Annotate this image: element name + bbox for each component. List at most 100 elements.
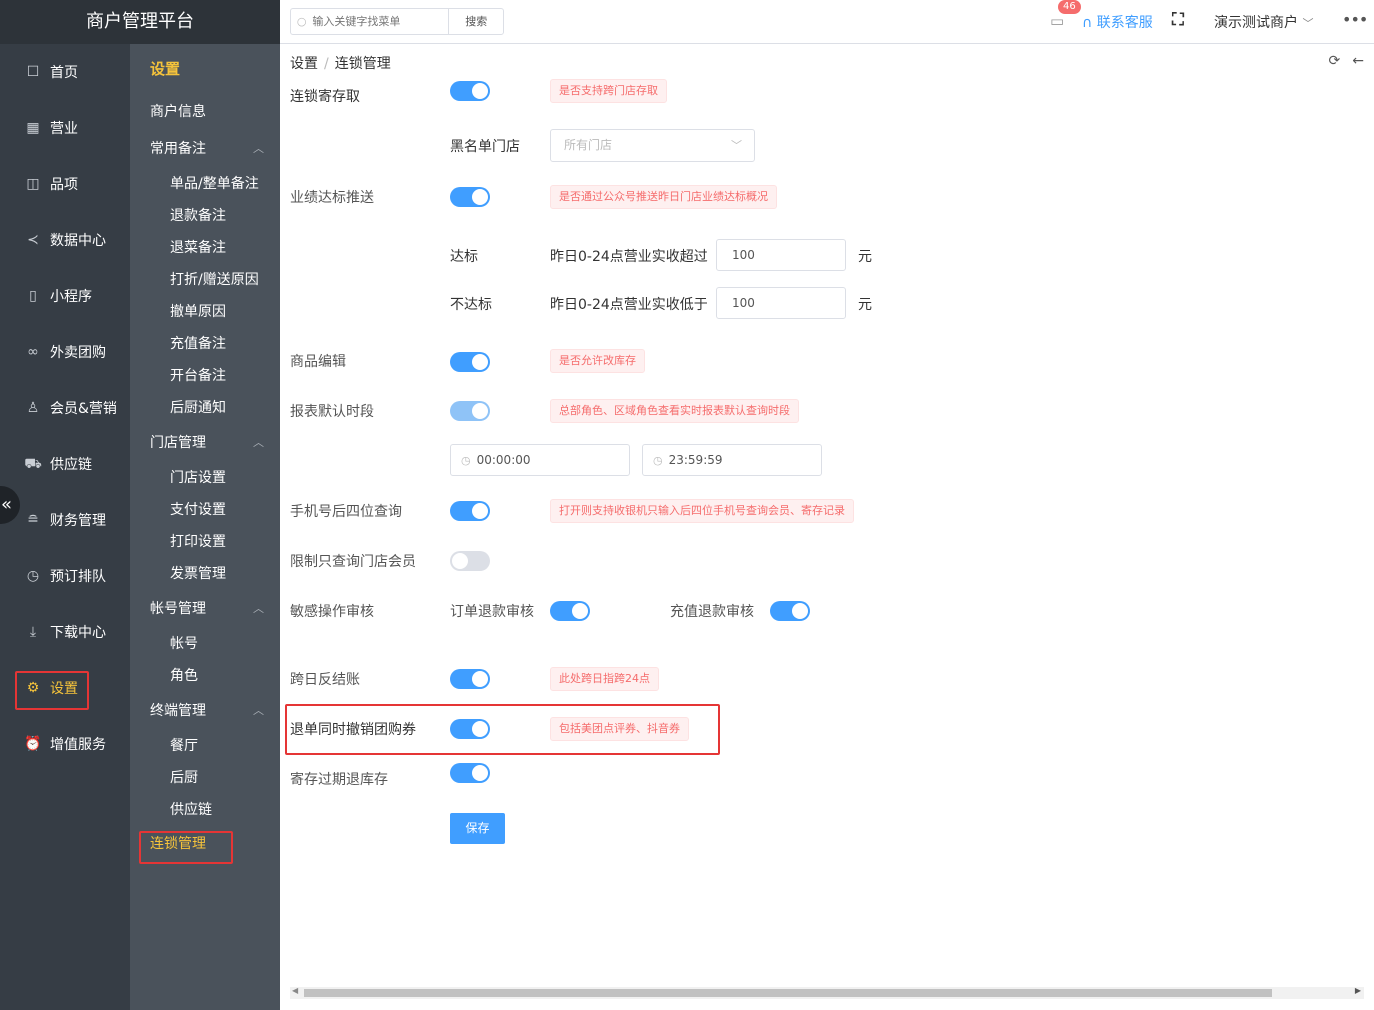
chevron-up-icon: ︿	[253, 142, 264, 155]
submenu-item[interactable]: 帐号	[130, 628, 280, 660]
nav-item-delivery[interactable]: ∞ 外卖团购	[0, 324, 130, 380]
main-nav: ☐ 首页 ▦ 营业 ◫ 品项 ≺ 数据中心 ▯ 小程序 ∞ 外卖团购 ♙ 会员&营销 ⛟ 供应链…	[0, 44, 130, 772]
submenu-item[interactable]: 开台备注	[130, 360, 280, 392]
nav-item-business[interactable]: ▦ 营业	[0, 100, 130, 156]
back-arrow-icon[interactable]: ←	[1352, 53, 1364, 69]
horizontal-scrollbar[interactable]: ◀ ▶	[290, 986, 1364, 999]
sensitive-label: 敏感操作审核	[290, 604, 374, 620]
submenu-item[interactable]: 门店设置	[130, 462, 280, 494]
nav-item-member[interactable]: ♙ 会员&营销	[0, 380, 130, 436]
calendar-icon: ▦	[26, 120, 40, 136]
submenu-item[interactable]: 充值备注	[130, 328, 280, 360]
submenu-item[interactable]: 撤单原因	[130, 296, 280, 328]
submenu-group-store[interactable]: 门店管理 ︿	[130, 424, 280, 462]
submenu-group-remarks[interactable]: 常用备注 ︿	[130, 130, 280, 168]
reach-amount-input[interactable]: 100	[716, 239, 846, 271]
submenu-item[interactable]: 退款备注	[130, 200, 280, 232]
perf-push-tag: 是否通过公众号推送昨日门店业绩达标概况	[550, 185, 777, 209]
message-badge: 46	[1058, 0, 1081, 14]
chevron-up-icon: ︿	[253, 436, 264, 449]
nav-item-value-added[interactable]: ⏰ 增值服务	[0, 716, 130, 772]
order-refund-audit-switch[interactable]	[550, 601, 590, 621]
not-reach-unit: 元	[858, 297, 872, 313]
contact-service-link[interactable]: ∩ 联系客服	[1082, 12, 1153, 32]
nav-item-download[interactable]: ⤓ 下载中心	[0, 604, 130, 660]
submenu-group-account[interactable]: 帐号管理 ︿	[130, 590, 280, 628]
merchant-dropdown[interactable]: 演示测试商户 ﹀	[1214, 12, 1313, 32]
clock-icon: ◷	[26, 568, 40, 584]
submenu-item[interactable]: 打折/赠送原因	[130, 264, 280, 296]
perf-push-switch[interactable]	[450, 187, 490, 207]
settings-highlight	[15, 671, 89, 710]
store-member-label: 限制只查询门店会员	[290, 554, 416, 570]
refund-coupon-highlight	[285, 704, 720, 755]
cross-day-switch[interactable]	[450, 669, 490, 689]
nav-item-mini-program[interactable]: ▯ 小程序	[0, 268, 130, 324]
submenu-merchant-info[interactable]: 商户信息	[130, 94, 280, 130]
submenu-item[interactable]: 后厨	[130, 762, 280, 794]
submenu-item[interactable]: 支付设置	[130, 494, 280, 526]
submenu-item[interactable]: 发票管理	[130, 558, 280, 590]
report-end-time-input[interactable]: ◷ 23:59:59	[642, 444, 822, 476]
cross-day-tag: 此处跨日指跨24点	[550, 667, 659, 691]
refresh-icon[interactable]: ⟳	[1329, 53, 1341, 69]
chain-deposit-switch[interactable]	[450, 81, 490, 101]
goods-edit-label: 商品编辑	[290, 354, 346, 370]
recharge-refund-audit-switch[interactable]	[770, 601, 810, 621]
submenu-item[interactable]: 退菜备注	[130, 232, 280, 264]
deposit-expire-label: 寄存过期退库存	[290, 772, 388, 788]
bag-icon: ◫	[26, 176, 40, 192]
submenu-item[interactable]: 餐厅	[130, 730, 280, 762]
database-icon: ≘	[27, 512, 39, 528]
submenu-item[interactable]: 供应链	[130, 794, 280, 826]
submenu-item[interactable]: 单品/整单备注	[130, 168, 280, 200]
main-sidebar: ☐ 首页 ▦ 营业 ◫ 品项 ≺ 数据中心 ▯ 小程序 ∞ 外卖团购 ♙ 会员&营销 ⛟ 供应链…	[0, 44, 130, 1010]
search-button[interactable]: 搜索	[448, 9, 503, 34]
submenu-title: 设置	[150, 60, 181, 78]
scrollbar-thumb[interactable]	[304, 989, 1272, 997]
nav-item-supply[interactable]: ⛟ 供应链	[0, 436, 130, 492]
phone-last4-switch[interactable]	[450, 501, 490, 521]
store-member-switch[interactable]	[450, 551, 490, 571]
save-button[interactable]: 保存	[450, 813, 505, 844]
not-reach-amount-input[interactable]: 100	[716, 287, 846, 319]
submenu-group-terminal[interactable]: 终端管理 ︿	[130, 692, 280, 730]
report-period-label: 报表默认时段	[290, 404, 374, 420]
chevron-up-icon: ︿	[253, 704, 264, 717]
top-bar: ○ 搜索 ▭ 46 ∩ 联系客服 ⛶ 演示测试商户 ﹀ •••	[280, 0, 1374, 44]
double-chevron-left-icon: «	[0, 494, 12, 515]
user-icon: ♙	[26, 400, 40, 416]
chevron-down-icon: ﹀	[731, 139, 742, 152]
download-icon: ⤓	[29, 624, 37, 640]
page-tools: ⟳ ←	[1317, 53, 1364, 69]
message-icon[interactable]: ▭	[1050, 12, 1064, 30]
perf-push-label: 业绩达标推送	[290, 190, 374, 206]
more-icon[interactable]: •••	[1342, 10, 1368, 29]
tablet-icon: ▯	[29, 288, 37, 304]
order-refund-audit-label: 订单退款审核	[450, 604, 534, 620]
submenu-item[interactable]: 后厨通知	[130, 392, 280, 424]
fullscreen-icon[interactable]: ⛶	[1172, 10, 1184, 30]
nav-item-data-center[interactable]: ≺ 数据中心	[0, 212, 130, 268]
scroll-right-icon[interactable]: ▶	[1355, 986, 1361, 995]
nav-item-booking[interactable]: ◷ 预订排队	[0, 548, 130, 604]
breadcrumb-current: 连锁管理	[334, 56, 391, 72]
report-period-switch[interactable]	[450, 401, 490, 421]
nav-item-home[interactable]: ☐ 首页	[0, 44, 130, 100]
menu-search: ○ 搜索	[290, 8, 504, 35]
submenu-item[interactable]: 角色	[130, 660, 280, 692]
nav-item-products[interactable]: ◫ 品项	[0, 156, 130, 212]
goods-edit-tag: 是否允许改库存	[550, 349, 645, 373]
menu-search-input[interactable]	[312, 9, 449, 34]
goods-edit-switch[interactable]	[450, 352, 490, 372]
submenu-item[interactable]: 打印设置	[130, 526, 280, 558]
breadcrumb-parent[interactable]: 设置	[290, 56, 318, 72]
settings-submenu: 设置 商户信息 常用备注 ︿ 单品/整单备注 退款备注 退菜备注 打折/赠送原因 …	[130, 44, 280, 1010]
blacklist-label: 黑名单门店	[450, 139, 520, 155]
scroll-left-icon[interactable]: ◀	[292, 986, 298, 995]
phone-last4-label: 手机号后四位查询	[290, 504, 402, 520]
blacklist-store-select[interactable]: 所有门店 ﹀	[550, 129, 755, 162]
headset-icon: ∩	[1082, 15, 1097, 31]
report-start-time-input[interactable]: ◷ 00:00:00	[450, 444, 630, 476]
deposit-expire-switch[interactable]	[450, 763, 490, 783]
